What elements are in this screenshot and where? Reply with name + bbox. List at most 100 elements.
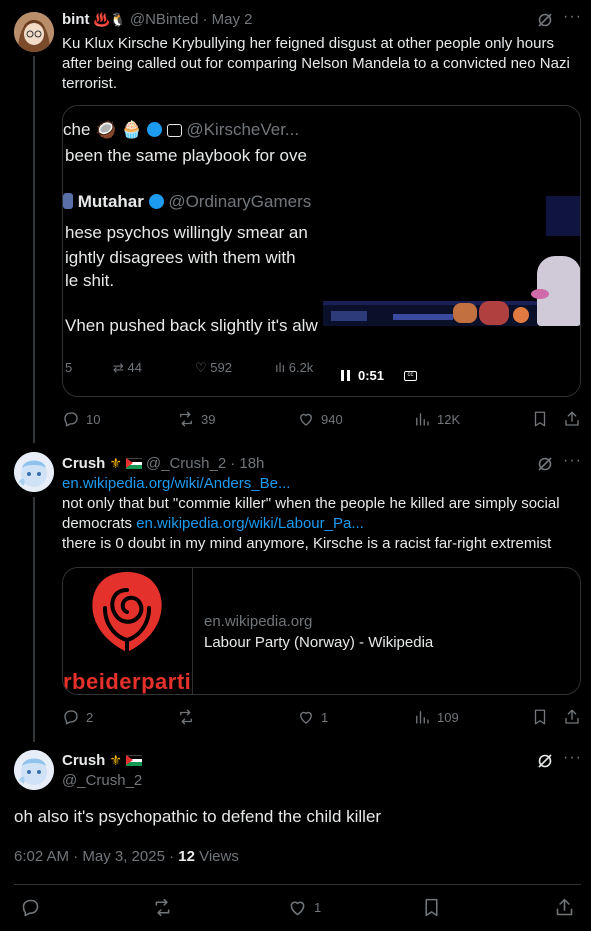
views-count: 12K <box>437 411 461 427</box>
author-handle[interactable]: @_Crush_2 <box>62 772 142 789</box>
avatar[interactable] <box>14 750 54 790</box>
author-handle[interactable]: @_Crush_2 <box>146 455 226 472</box>
tweet-text: en.wikipedia.org/wiki/Anders_Be... not o… <box>62 474 582 554</box>
quote-author: che 🥥 🧁 <box>63 120 143 139</box>
like-button[interactable]: 1 <box>287 897 321 918</box>
repost-button[interactable] <box>152 897 173 918</box>
tweet-meta: 6:02 AM · May 3, 2025 · 12 Views <box>14 848 239 865</box>
inner-author: Mutahar <box>77 192 144 211</box>
quote-text-line: been the same playbook for ove <box>65 146 307 165</box>
bookmark-icon <box>534 411 546 427</box>
inner-author-line: Mutahar @OrdinaryGamers <box>63 192 311 212</box>
video-player[interactable]: che 🥥 🧁 @KirscheVer... been the same pla… <box>63 106 580 396</box>
tweet-text-part: there is 0 doubt in my mind anymore, Kir… <box>62 535 552 552</box>
views-icon <box>416 711 429 724</box>
bookmark-icon <box>534 709 546 725</box>
affiliate-badge-icon <box>166 124 182 137</box>
quote-handle: @KirscheVer... <box>186 120 300 139</box>
card-image: rbeiderpartie <box>63 568 193 694</box>
heart-icon <box>300 711 312 724</box>
views-icon <box>416 413 429 426</box>
link-preview-card[interactable]: rbeiderpartie en.wikipedia.org Labour Pa… <box>62 567 581 695</box>
quoted-post[interactable]: che 🥥 🧁 @KirscheVer... been the same pla… <box>62 105 581 397</box>
author-emojis: ♨️🐧 <box>93 11 126 27</box>
wikipedia-link[interactable]: en.wikipedia.org/wiki/Labour_Pa... <box>136 515 364 532</box>
inner-avatar <box>63 193 73 209</box>
pause-icon[interactable] <box>341 370 350 381</box>
verified-icon <box>148 194 164 209</box>
inner-stat: 5 <box>65 360 73 375</box>
reply-button[interactable]: 2 <box>62 708 93 726</box>
views-count: 109 <box>437 709 459 725</box>
like-button[interactable]: 1 <box>297 708 328 726</box>
inner-text-line: hese psychos willingly smear an <box>65 223 308 242</box>
video-frame-scene <box>323 256 580 326</box>
card-title: Labour Party (Norway) - Wikipedia <box>204 634 434 651</box>
reply-icon <box>22 899 39 917</box>
like-count: 1 <box>321 709 329 725</box>
thread-line <box>33 497 35 742</box>
crown-icon: ⚜ <box>109 455 122 471</box>
tweet-author: bint ♨️🐧 @NBinted · May 2 <box>62 11 252 28</box>
grok-icon[interactable] <box>537 12 553 33</box>
inner-text-line: Vhen pushed back slightly it's alw <box>65 316 318 335</box>
like-button[interactable]: 940 <box>297 410 343 428</box>
rose-logo <box>92 572 162 654</box>
avatar[interactable] <box>14 12 54 52</box>
inner-text-line: le shit. <box>65 271 115 290</box>
author-handle[interactable]: @NBinted <box>130 11 199 28</box>
repost-button[interactable]: 39 <box>177 410 215 428</box>
more-icon[interactable]: ··· <box>563 749 582 767</box>
inner-handle: @OrdinaryGamers <box>168 192 312 211</box>
repost-button[interactable] <box>177 708 201 726</box>
tweet-text: oh also it's psychopathic to defend the … <box>14 807 382 826</box>
views-label: Views <box>199 848 239 865</box>
avatar[interactable] <box>14 452 54 492</box>
share-icon <box>565 411 579 426</box>
repost-icon <box>180 709 192 725</box>
reply-icon <box>64 412 78 427</box>
share-button[interactable] <box>563 410 581 428</box>
more-icon[interactable]: ··· <box>563 8 582 26</box>
share-button[interactable] <box>554 897 575 918</box>
reply-button[interactable]: 10 <box>62 410 100 428</box>
video-time: 0:51 <box>358 368 385 383</box>
reply-button[interactable] <box>20 897 41 918</box>
video-frame-panel <box>546 196 580 236</box>
grok-icon[interactable] <box>537 753 553 774</box>
captions-icon[interactable]: cc <box>404 370 418 381</box>
inner-stat: ♡ 592 <box>195 360 232 375</box>
more-icon[interactable]: ··· <box>563 452 582 470</box>
like-count: 940 <box>321 411 343 427</box>
palestine-flag-icon <box>125 458 142 469</box>
crown-icon: ⚜ <box>109 752 122 768</box>
tweet-date[interactable]: · May 2 <box>202 11 252 28</box>
views-button[interactable]: 109 <box>413 708 459 726</box>
inner-text-line: ightly disagrees with them with <box>65 248 296 267</box>
reply-count: 2 <box>86 709 94 725</box>
thread-line <box>33 56 35 443</box>
reply-count: 10 <box>86 411 101 427</box>
wikipedia-link[interactable]: en.wikipedia.org/wiki/Anders_Be... <box>62 475 290 492</box>
bookmark-button[interactable] <box>421 897 442 918</box>
views-button[interactable]: 12K <box>413 410 460 428</box>
video-controls: 0:51 cc <box>341 368 418 383</box>
author-name[interactable]: Crush <box>62 455 105 472</box>
card-image-text: rbeiderpartie <box>63 669 193 694</box>
tweet-timestamp[interactable]: 6:02 AM · May 3, 2025 · <box>14 848 174 865</box>
author-name[interactable]: Crush <box>62 752 105 769</box>
heart-icon <box>290 901 305 916</box>
reply-icon <box>64 710 78 725</box>
tweet-author: Crush ⚜ <box>62 752 142 769</box>
bookmark-button[interactable] <box>531 410 549 428</box>
share-button[interactable] <box>563 708 581 726</box>
bookmark-button[interactable] <box>531 708 549 726</box>
bookmark-icon <box>425 898 438 917</box>
share-icon <box>556 898 573 916</box>
quote-author-line: che 🥥 🧁 @KirscheVer... <box>63 120 299 140</box>
inner-stat: ılı 6.2k <box>275 360 314 375</box>
inner-stat: ⇄ 44 <box>113 360 142 375</box>
verified-icon <box>146 122 162 137</box>
author-name[interactable]: bint <box>62 11 90 28</box>
tweet-date[interactable]: · 18h <box>230 455 264 472</box>
